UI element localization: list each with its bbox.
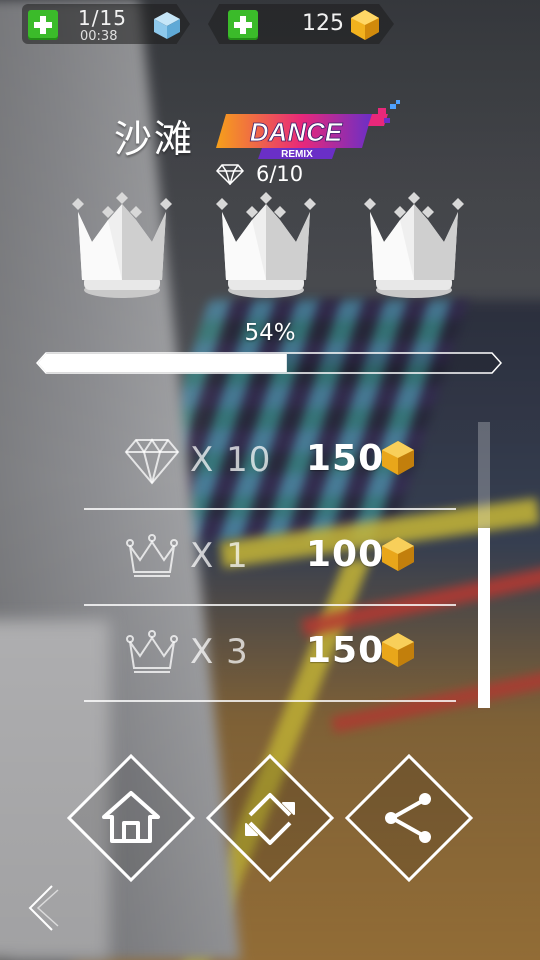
- reward-row-diamonds: X 10 150: [84, 414, 456, 510]
- reward-scrollbar-thumb[interactable]: [478, 528, 490, 708]
- crown-outline-icon: [126, 534, 178, 577]
- add-lives-button[interactable]: [28, 10, 58, 40]
- blue-cube-icon: [154, 12, 180, 39]
- gold-gem-icon: [382, 537, 414, 571]
- dance-remix-logo: DANCE REMIX: [216, 100, 400, 160]
- row-divider: [84, 700, 456, 702]
- crown-2-icon: [216, 192, 316, 298]
- gold-gem-icon: [382, 633, 414, 667]
- diamond-progress: 6/10: [256, 162, 304, 186]
- add-gems-button[interactable]: [228, 10, 258, 40]
- restart-button[interactable]: [205, 753, 335, 883]
- logo-sub-text: REMIX: [281, 149, 313, 160]
- gold-gem-icon: [382, 441, 414, 475]
- home-button[interactable]: [66, 753, 196, 883]
- progress-percent: 54%: [244, 320, 296, 346]
- reward-amount: 150: [306, 630, 385, 671]
- diamond-outline-icon: [124, 438, 180, 485]
- crown-1-icon: [72, 192, 172, 298]
- progress-fill: [38, 354, 287, 372]
- reward-multiplier: X 3: [190, 632, 249, 672]
- crown-3-icon: [364, 192, 464, 298]
- reward-amount: 100: [306, 534, 385, 575]
- share-button[interactable]: [344, 753, 474, 883]
- gem-count: 125: [302, 11, 344, 36]
- progress-bar: [36, 352, 502, 374]
- crown-outline-icon: [126, 630, 178, 673]
- level-title: 沙滩: [114, 117, 195, 161]
- reward-amount: 150: [306, 438, 385, 479]
- lives-timer: 00:38: [80, 29, 118, 44]
- lives-count: 1/15: [78, 6, 127, 30]
- back-arrow-icon[interactable]: [24, 880, 64, 936]
- logo-main-text: DANCE: [250, 117, 343, 147]
- diamond-icon: [216, 164, 244, 185]
- reward-row-crowns-1: X 1 100: [84, 510, 456, 606]
- reward-multiplier: X 10: [190, 440, 272, 480]
- reward-multiplier: X 1: [190, 536, 249, 576]
- gold-gem-icon: [351, 10, 379, 40]
- reward-row-crowns-3: X 3 150: [84, 606, 456, 702]
